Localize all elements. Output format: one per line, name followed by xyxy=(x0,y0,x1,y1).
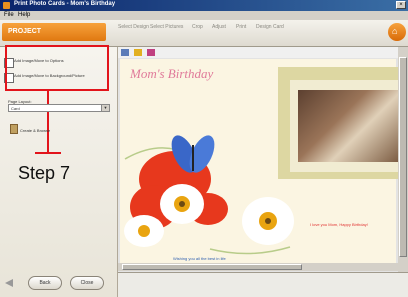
layout-select-value: Card xyxy=(11,106,20,111)
wizard-tab-bar: PROJECT Select Design Select Pictures Cr… xyxy=(0,20,408,47)
home-icon: ⌂ xyxy=(392,26,398,36)
tab-adjust[interactable]: Adjust xyxy=(212,24,226,33)
vertical-scrollbar[interactable] xyxy=(398,47,408,271)
menu-file[interactable]: File xyxy=(4,12,14,18)
vertical-scroll-thumb[interactable] xyxy=(399,57,407,257)
window-title: Print Photo Cards - Mom's Birthday xyxy=(14,1,116,7)
close-button[interactable]: Close xyxy=(70,276,104,290)
annotation-line-horizontal xyxy=(35,152,61,154)
tab-select-design[interactable]: Select Design xyxy=(118,24,149,33)
step-label: Step 7 xyxy=(18,163,71,183)
flower-decorations xyxy=(124,147,294,255)
horizontal-scroll-thumb[interactable] xyxy=(122,264,302,270)
title-bar: Print Photo Cards - Mom's Birthday × xyxy=(0,0,408,11)
tab-print[interactable]: Print xyxy=(236,24,246,33)
tab-design-card[interactable]: Design Card xyxy=(256,24,284,33)
status-bar xyxy=(118,272,408,297)
photo-caption[interactable]: I love you Mom, Happy Birthday! xyxy=(310,222,368,227)
card-title[interactable]: Mom's Birthday xyxy=(130,66,213,82)
tab-crop[interactable]: Crop xyxy=(192,24,203,33)
app-window: Print Photo Cards - Mom's Birthday × Fil… xyxy=(0,0,408,297)
menu-help[interactable]: Help xyxy=(18,12,30,18)
browse-icon[interactable] xyxy=(10,124,18,134)
home-button[interactable]: ⌂ xyxy=(388,23,406,41)
layout-select[interactable]: Card ▼ xyxy=(8,104,110,112)
folder-icon[interactable] xyxy=(134,49,142,56)
logo-text: PROJECT xyxy=(8,28,42,35)
product-logo: PROJECT xyxy=(2,23,106,41)
annotation-line-vertical xyxy=(47,91,49,153)
menu-bar: File Help xyxy=(0,11,408,20)
text-tool-icon[interactable] xyxy=(147,49,155,56)
family-photo[interactable] xyxy=(298,90,400,162)
tab-select-pictures[interactable]: Select Pictures xyxy=(150,24,183,33)
card-toolbar xyxy=(118,47,398,58)
image-tool-icon[interactable] xyxy=(121,49,129,56)
back-button[interactable]: Back xyxy=(28,276,62,290)
app-icon xyxy=(3,2,10,9)
card-sub-caption[interactable]: Wishing you all the best in life xyxy=(173,256,226,261)
horizontal-scrollbar[interactable] xyxy=(118,263,398,271)
chevron-down-icon[interactable]: ▼ xyxy=(101,105,109,111)
step-highlight-box xyxy=(5,45,109,91)
close-window-button[interactable]: × xyxy=(396,1,406,9)
create-browse-link[interactable]: Create & Browse xyxy=(20,128,50,133)
back-arrow-icon xyxy=(5,279,13,287)
